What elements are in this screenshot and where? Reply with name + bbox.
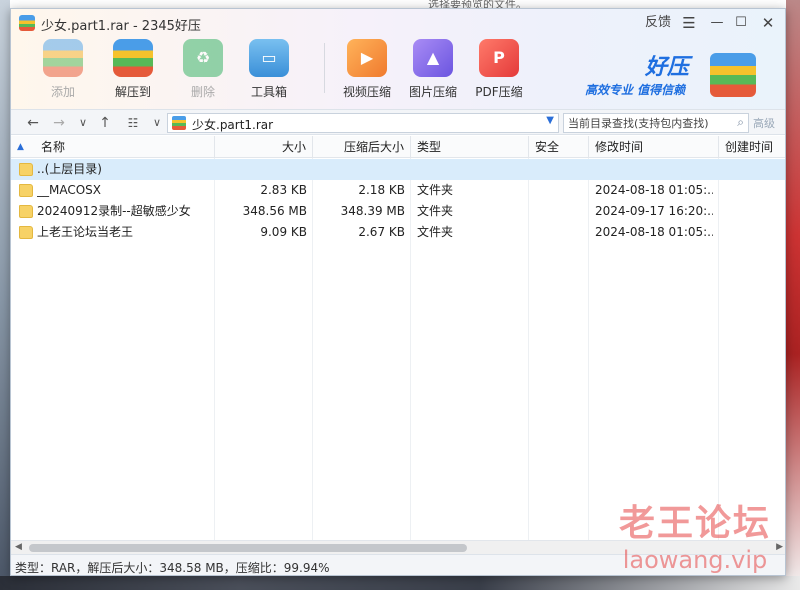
table-row[interactable]: 20240912录制--超敏感少女 348.56 MB 348.39 MB 文件… <box>11 201 785 222</box>
view-mode-dropdown-icon[interactable]: ∨ <box>147 113 167 133</box>
brand-logo-icon <box>710 53 756 97</box>
title-bar[interactable]: 少女.part1.rar - 2345好压 反馈 ☰ — ☐ ✕ <box>11 9 785 37</box>
brand-block: 好压 高效专业 值得信赖 <box>585 49 785 105</box>
hamburger-icon[interactable]: ☰ <box>679 13 699 33</box>
row-packed-size: 348.39 MB <box>340 204 405 218</box>
column-modified-time[interactable]: 修改时间 <box>589 136 719 158</box>
add-icon <box>43 39 83 77</box>
image-icon: ▲ <box>413 39 453 77</box>
archive-icon <box>172 116 186 130</box>
toolbar-separator <box>324 43 325 93</box>
row-type: 文件夹 <box>417 183 454 197</box>
recycle-icon: ♻ <box>183 39 223 77</box>
row-type: 文件夹 <box>417 225 454 239</box>
minimize-icon[interactable]: — <box>707 13 727 33</box>
column-name[interactable]: ▲ 名称 <box>11 136 215 158</box>
delete-button[interactable]: ♻ 删除 <box>173 39 233 103</box>
watermark-url: laowang.vip <box>622 546 768 574</box>
app-icon <box>19 15 35 31</box>
folder-icon <box>19 184 33 197</box>
extract-label: 解压到 <box>114 85 151 99</box>
forward-arrow-icon[interactable]: → <box>49 113 69 133</box>
sort-up-icon: ▲ <box>17 142 24 152</box>
row-modified-time: 2024-09-17 16:20:... <box>595 204 713 218</box>
folder-icon <box>19 163 33 176</box>
brand-slogan: 高效专业 值得信赖 <box>585 83 686 97</box>
close-icon[interactable]: ✕ <box>757 13 779 33</box>
row-type: 文件夹 <box>417 204 454 218</box>
archive-window: 少女.part1.rar - 2345好压 反馈 ☰ — ☐ ✕ 添加 解压到 … <box>10 8 786 576</box>
pdf-compress-button[interactable]: P PDF压缩 <box>469 39 529 103</box>
column-packed-size[interactable]: 压缩后大小 <box>313 136 411 158</box>
row-size: 348.56 MB <box>242 204 307 218</box>
row-packed-size: 2.67 KB <box>358 225 405 239</box>
delete-label: 删除 <box>190 85 215 99</box>
scroll-left-icon[interactable]: ◀ <box>15 541 22 554</box>
video-compress-label: 视频压缩 <box>342 85 391 99</box>
row-size: 2.83 KB <box>260 183 307 197</box>
view-mode-icon[interactable]: ☷ <box>123 113 143 133</box>
maximize-icon[interactable]: ☐ <box>731 13 751 33</box>
video-icon: ▶ <box>347 39 387 77</box>
row-modified-time: 2024-08-18 01:05:... <box>595 225 713 239</box>
back-arrow-icon[interactable]: ← <box>23 113 43 133</box>
table-row-parent-dir[interactable]: ..(上层目录) <box>11 159 785 180</box>
image-compress-label: 图片压缩 <box>408 85 457 99</box>
row-name: ..(上层目录) <box>37 162 102 176</box>
scrollbar-thumb[interactable] <box>29 544 467 552</box>
pdf-icon: P <box>479 39 519 77</box>
image-compress-button[interactable]: ▲ 图片压缩 <box>403 39 463 103</box>
row-name: __MACOSX <box>37 183 102 197</box>
column-name-label: 名称 <box>41 140 66 154</box>
watermark: 老王论坛 laowang.vip <box>600 502 790 590</box>
watermark-chinese: 老王论坛 <box>618 503 771 544</box>
column-created-time[interactable]: 创建时间 <box>719 136 785 158</box>
column-type[interactable]: 类型 <box>411 136 529 158</box>
row-modified-time: 2024-08-18 01:05:... <box>595 183 713 197</box>
file-list: ▲ 名称 大小 压缩后大小 类型 安全 修改时间 创建时间 ..(上层目录) _… <box>11 136 785 540</box>
row-packed-size: 2.18 KB <box>358 183 405 197</box>
column-security[interactable]: 安全 <box>529 136 589 158</box>
brand-name: 好压 <box>645 55 690 80</box>
header-area: 少女.part1.rar - 2345好压 反馈 ☰ — ☐ ✕ 添加 解压到 … <box>11 9 785 109</box>
folder-icon <box>19 226 33 239</box>
advanced-search-link[interactable]: 高级 <box>753 115 775 131</box>
feedback-button[interactable]: 反馈 <box>641 13 675 33</box>
column-size[interactable]: 大小 <box>215 136 313 158</box>
address-bar: ← → ∨ ↑ ☷ ∨ 少女.part1.rar ▼ ⌕ 高级 <box>11 109 785 135</box>
status-text: 类型：RAR，解压后大小：348.58 MB，压缩比：99.94% <box>15 561 330 575</box>
desktop-background-left <box>0 0 10 590</box>
history-dropdown-icon[interactable]: ∨ <box>73 113 93 133</box>
folder-icon <box>19 205 33 218</box>
toolbox-button[interactable]: ▭ 工具箱 <box>239 39 299 103</box>
table-row[interactable]: 上老王论坛当老王 9.09 KB 2.67 KB 文件夹 2024-08-18 … <box>11 222 785 243</box>
search-box: ⌕ <box>563 113 749 133</box>
pdf-compress-label: PDF压缩 <box>475 85 523 99</box>
row-name: 上老王论坛当老王 <box>37 225 134 239</box>
up-arrow-icon[interactable]: ↑ <box>95 113 115 133</box>
path-dropdown-icon[interactable]: ▼ <box>546 115 554 126</box>
table-row[interactable]: __MACOSX 2.83 KB 2.18 KB 文件夹 2024-08-18 … <box>11 180 785 201</box>
row-name: 20240912录制--超敏感少女 <box>37 204 191 218</box>
path-field[interactable]: 少女.part1.rar ▼ <box>167 113 559 133</box>
path-text: 少女.part1.rar <box>192 118 274 132</box>
toolbox-label: 工具箱 <box>250 85 287 99</box>
extract-icon <box>113 39 153 77</box>
window-title: 少女.part1.rar - 2345好压 <box>41 19 201 34</box>
extract-to-button[interactable]: 解压到 <box>103 39 163 103</box>
add-label: 添加 <box>50 85 75 99</box>
add-button[interactable]: 添加 <box>33 39 93 103</box>
search-input[interactable] <box>564 114 724 132</box>
video-compress-button[interactable]: ▶ 视频压缩 <box>337 39 397 103</box>
row-size: 9.09 KB <box>260 225 307 239</box>
column-header-row: ▲ 名称 大小 压缩后大小 类型 安全 修改时间 创建时间 <box>11 136 785 158</box>
toolbox-icon: ▭ <box>249 39 289 77</box>
search-icon[interactable]: ⌕ <box>737 115 744 130</box>
